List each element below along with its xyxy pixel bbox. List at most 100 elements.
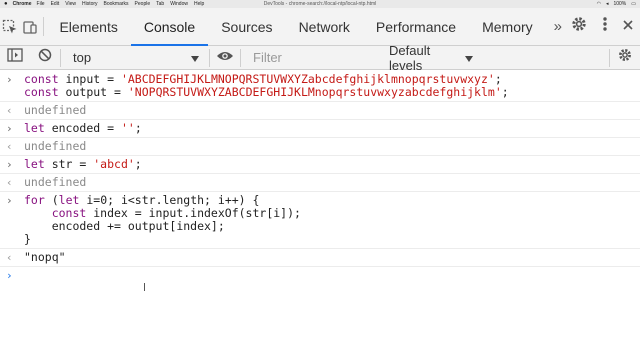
input-prompt-icon: › xyxy=(6,194,13,207)
console-messages[interactable]: › const input = 'ABCDEFGHIJKLMNOPQRSTUVW… xyxy=(0,71,640,360)
keyword: let xyxy=(24,157,45,171)
keyword: const xyxy=(24,206,87,220)
console-input-entry: › const input = 'ABCDEFGHIJKLMNOPQRSTUVW… xyxy=(0,71,640,102)
input-prompt-icon: › xyxy=(6,122,13,135)
code-text: encoded = xyxy=(44,121,121,135)
code-line: encoded += output[index]; xyxy=(24,219,225,233)
string-literal: 'NOPQRSTUVWXYZABCDEFGHIJKLMnopqrstuvwxyz… xyxy=(127,85,502,99)
menu-app-name[interactable]: Chrome xyxy=(13,1,32,7)
menu-view[interactable]: View xyxy=(65,1,76,7)
console-result-entry: ‹ undefined xyxy=(0,102,640,120)
context-selector[interactable]: top xyxy=(61,46,209,70)
keyword: let xyxy=(58,193,80,207)
result-value: undefined xyxy=(24,175,87,189)
code-text: ; xyxy=(134,157,142,171)
toggle-sidebar-button[interactable] xyxy=(0,46,30,70)
filter-input[interactable]: Filter xyxy=(241,46,381,70)
tab-console[interactable]: Console xyxy=(130,8,209,46)
code-text: ( xyxy=(44,193,59,207)
code-text: str = xyxy=(44,157,94,171)
code-text: ; xyxy=(494,72,502,86)
output-arrow-icon: ‹ xyxy=(6,251,13,264)
text-cursor-icon xyxy=(144,283,148,291)
menu-history[interactable]: History xyxy=(82,1,98,7)
input-prompt-icon: › xyxy=(6,158,13,171)
console-result-entry: ‹ undefined xyxy=(0,174,640,192)
battery-percent[interactable]: 100% xyxy=(613,1,626,7)
code-text: output = xyxy=(58,85,128,99)
console-input-entry: › let encoded = ''; xyxy=(0,120,640,138)
code-text: ; xyxy=(134,121,142,135)
keyword: let xyxy=(24,121,45,135)
console-prompt[interactable]: › xyxy=(0,267,640,285)
tab-network[interactable]: Network xyxy=(286,8,363,45)
battery-icon[interactable]: ▭ xyxy=(631,1,636,7)
string-literal: 'abcd' xyxy=(93,157,135,171)
code-text: input = xyxy=(58,72,121,86)
menu-file[interactable]: File xyxy=(37,1,45,7)
keyword: const xyxy=(24,72,59,86)
inspect-element-icon[interactable] xyxy=(0,8,20,45)
context-dropdown-icon xyxy=(191,50,199,65)
more-tabs-button[interactable]: » xyxy=(546,8,570,45)
code-line: const output = 'NOPQRSTUVWXYZABCDEFGHIJK… xyxy=(24,86,640,99)
tab-bar-divider xyxy=(42,17,44,36)
code-text: i=0; i<str.length; i++) { xyxy=(79,193,260,207)
sidebar-icon xyxy=(7,48,23,67)
menu-help[interactable]: Help xyxy=(194,1,204,7)
string-literal: '' xyxy=(120,121,135,135)
console-settings-icon xyxy=(617,47,633,68)
device-toolbar-icon[interactable] xyxy=(20,8,40,45)
menu-status-area: ◠ ◂ 100% ▭ xyxy=(597,1,640,7)
menu-edit[interactable]: Edit xyxy=(51,1,60,7)
keyword: const xyxy=(24,85,59,99)
menu-bookmarks[interactable]: Bookmarks xyxy=(104,1,129,7)
eye-icon xyxy=(216,49,234,67)
log-levels-value: Default levels xyxy=(389,42,431,73)
console-toolbar: top Filter Default levels xyxy=(0,42,640,73)
log-levels-dropdown-icon xyxy=(465,50,473,65)
console-settings-button[interactable] xyxy=(610,46,640,70)
macos-menu-bar: ● Chrome File Edit View History Bookmark… xyxy=(0,0,640,8)
string-literal: 'ABCDEFGHIJKLMNOPQRSTUVWXYZabcdefghijklm… xyxy=(120,72,495,86)
tab-elements[interactable]: Elements xyxy=(46,8,130,45)
live-expression-button[interactable] xyxy=(210,46,240,70)
code-line: let str = 'abcd'; xyxy=(24,158,640,171)
result-value: undefined xyxy=(24,103,87,117)
apple-icon[interactable]: ● xyxy=(4,1,8,7)
menu-window[interactable]: Window xyxy=(170,1,188,7)
devtools-tab-bar: Elements Console Sources Network Perform… xyxy=(0,8,640,46)
console-result-entry: ‹ "nopq" xyxy=(0,249,640,267)
close-devtools-icon[interactable] xyxy=(622,18,634,36)
result-value: "nopq" xyxy=(24,250,66,264)
input-prompt-icon: › xyxy=(6,73,13,86)
clear-console-button[interactable] xyxy=(30,46,60,70)
output-arrow-icon: ‹ xyxy=(6,104,13,117)
context-value: top xyxy=(73,50,92,65)
log-levels-dropdown[interactable]: Default levels xyxy=(381,42,481,73)
console-input-entry: › let str = 'abcd'; xyxy=(0,156,640,174)
keyword: for xyxy=(24,193,45,207)
console-result-entry: ‹ undefined xyxy=(0,138,640,156)
settings-gear-icon[interactable] xyxy=(570,15,588,38)
menu-tab[interactable]: Tab xyxy=(156,1,164,7)
wifi-icon[interactable]: ◠ xyxy=(597,1,601,7)
menu-people[interactable]: People xyxy=(135,1,151,7)
tab-memory[interactable]: Memory xyxy=(469,8,546,45)
console-input-entry: › for (let i=0; i<str.length; i++) { con… xyxy=(0,192,640,249)
code-text: ; xyxy=(501,85,509,99)
tab-sources[interactable]: Sources xyxy=(208,8,285,45)
console-input-field[interactable] xyxy=(24,269,640,283)
code-text: index = input.indexOf(str[i]); xyxy=(86,206,301,220)
code-line: } xyxy=(24,232,31,246)
result-value: undefined xyxy=(24,139,87,153)
output-arrow-icon: ‹ xyxy=(6,176,13,189)
code-line: let encoded = ''; xyxy=(24,122,640,135)
tab-performance[interactable]: Performance xyxy=(363,8,469,45)
tab-bar-right xyxy=(570,8,640,45)
more-options-icon[interactable] xyxy=(602,15,608,38)
clear-console-icon xyxy=(38,48,52,67)
input-prompt-icon: › xyxy=(6,269,13,282)
output-arrow-icon: ‹ xyxy=(6,140,13,153)
volume-icon[interactable]: ◂ xyxy=(606,1,609,7)
